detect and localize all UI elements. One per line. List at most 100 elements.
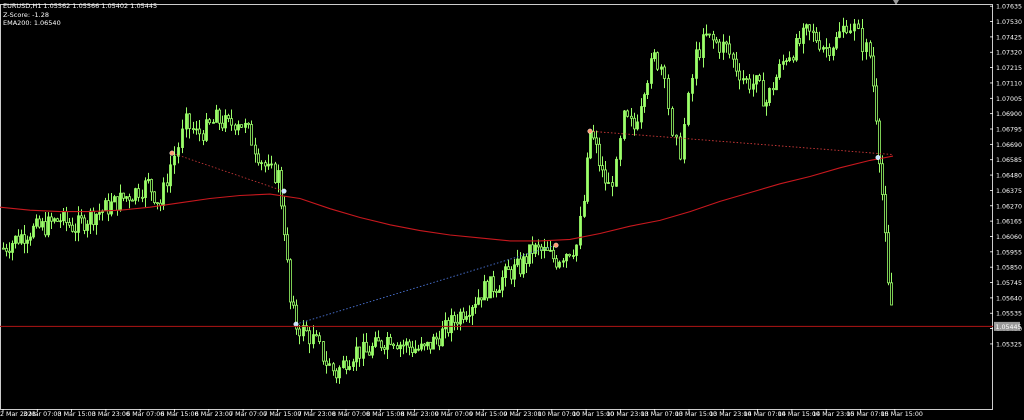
- candle-body: [98, 212, 101, 215]
- candle-body: [450, 315, 453, 334]
- candle-body: [302, 325, 305, 337]
- candle-body: [355, 346, 358, 363]
- candle-body: [507, 266, 510, 271]
- candle-body: [589, 131, 592, 159]
- candle-body: [122, 192, 125, 199]
- candle-body: [805, 24, 808, 29]
- candle-body: [687, 92, 690, 125]
- candle-body: [166, 182, 169, 187]
- candle-body: [572, 255, 575, 257]
- candle-body: [408, 341, 411, 348]
- candle-body: [510, 269, 513, 280]
- candle-body: [522, 256, 525, 275]
- candle-body: [549, 249, 552, 252]
- candle-body: [656, 52, 659, 70]
- candle-body: [845, 25, 848, 34]
- candle-body: [818, 40, 821, 50]
- candle-body: [420, 343, 423, 350]
- candle-body: [583, 200, 586, 217]
- candle-body: [562, 260, 565, 263]
- candle-body: [486, 281, 489, 299]
- candle-body: [765, 102, 768, 107]
- candle-body: [459, 311, 462, 325]
- candle-body: [671, 108, 674, 136]
- candle-body: [592, 131, 595, 139]
- y-tick-label: 1.06270: [996, 203, 1022, 210]
- candle-body: [257, 153, 260, 164]
- candle-body: [432, 336, 435, 350]
- candle-body: [611, 182, 614, 187]
- candle-body: [212, 121, 215, 124]
- candle-body: [396, 345, 399, 350]
- x-tick-label: 9 Mar 23:00: [504, 411, 542, 418]
- candle-body: [14, 235, 17, 244]
- x-tick-label: 6 Mar 07:00: [126, 411, 164, 418]
- candle-body: [20, 234, 23, 244]
- candle-body: [277, 170, 280, 183]
- candle-body: [192, 128, 195, 130]
- candle-body: [113, 196, 116, 203]
- candle-body: [264, 162, 267, 167]
- price-chart[interactable]: 1.07635 1.07530 1.07425 1.07320 1.07215 1.071…: [0, 0, 1024, 420]
- candle-body: [575, 244, 578, 256]
- candle-body: [435, 336, 438, 340]
- y-tick-label: 1.07005: [996, 96, 1022, 103]
- zscore-trend-line: [589, 130, 894, 156]
- candle-body: [626, 110, 629, 117]
- candle-body: [785, 60, 788, 63]
- candle-body: [89, 210, 92, 225]
- candle-body: [365, 341, 368, 353]
- x-tick-label: 9 Mar 15:00: [469, 411, 507, 418]
- candle-body: [489, 276, 492, 299]
- candle-body: [782, 61, 785, 65]
- candle-body: [444, 320, 447, 330]
- candle-body: [26, 239, 29, 244]
- candle-body: [338, 367, 341, 379]
- candle-body: [604, 169, 607, 184]
- candle-body: [83, 217, 86, 231]
- candle-body: [315, 334, 318, 337]
- candle-body: [738, 70, 741, 81]
- y-tick-label: 1.06480: [996, 173, 1022, 180]
- candle-body: [11, 243, 14, 253]
- candle-body: [198, 128, 201, 135]
- candle-body: [247, 122, 250, 125]
- candle-body: [137, 188, 140, 198]
- candle-body: [722, 41, 725, 53]
- candle-body: [47, 216, 50, 236]
- candle-body: [244, 122, 247, 128]
- candle-body: [110, 201, 113, 215]
- y-tick-label: 1.05955: [996, 249, 1022, 256]
- candle-body: [92, 210, 95, 226]
- candle-body: [368, 351, 371, 356]
- candle-body: [742, 78, 745, 81]
- signal-marker: [553, 242, 559, 248]
- candle-body: [853, 23, 856, 32]
- candle-body: [745, 78, 748, 80]
- candle-body: [32, 225, 35, 238]
- candle-body: [41, 221, 44, 228]
- candle-body: [215, 109, 218, 123]
- candle-body: [528, 244, 531, 264]
- candle-body: [80, 215, 83, 219]
- candle-body: [345, 360, 348, 370]
- candle-body: [162, 182, 165, 206]
- candle-body: [224, 115, 227, 129]
- ema200-line: [0, 155, 894, 242]
- y-tick-label: 1.06585: [996, 157, 1022, 164]
- candle-body: [890, 282, 893, 306]
- candle-body: [441, 328, 444, 347]
- candle-body: [832, 47, 835, 56]
- candle-body: [519, 258, 522, 275]
- candle-body: [640, 106, 643, 123]
- candle-body: [822, 47, 825, 50]
- candle-body: [352, 361, 355, 367]
- candle-body: [267, 163, 270, 167]
- candle-body: [185, 113, 188, 130]
- x-tick-label: 6 Mar 15:00: [161, 411, 199, 418]
- candle-body: [825, 47, 828, 49]
- candle-body: [884, 194, 887, 234]
- candle-body: [828, 47, 831, 56]
- candle-body: [650, 58, 653, 84]
- signal-marker: [169, 150, 175, 156]
